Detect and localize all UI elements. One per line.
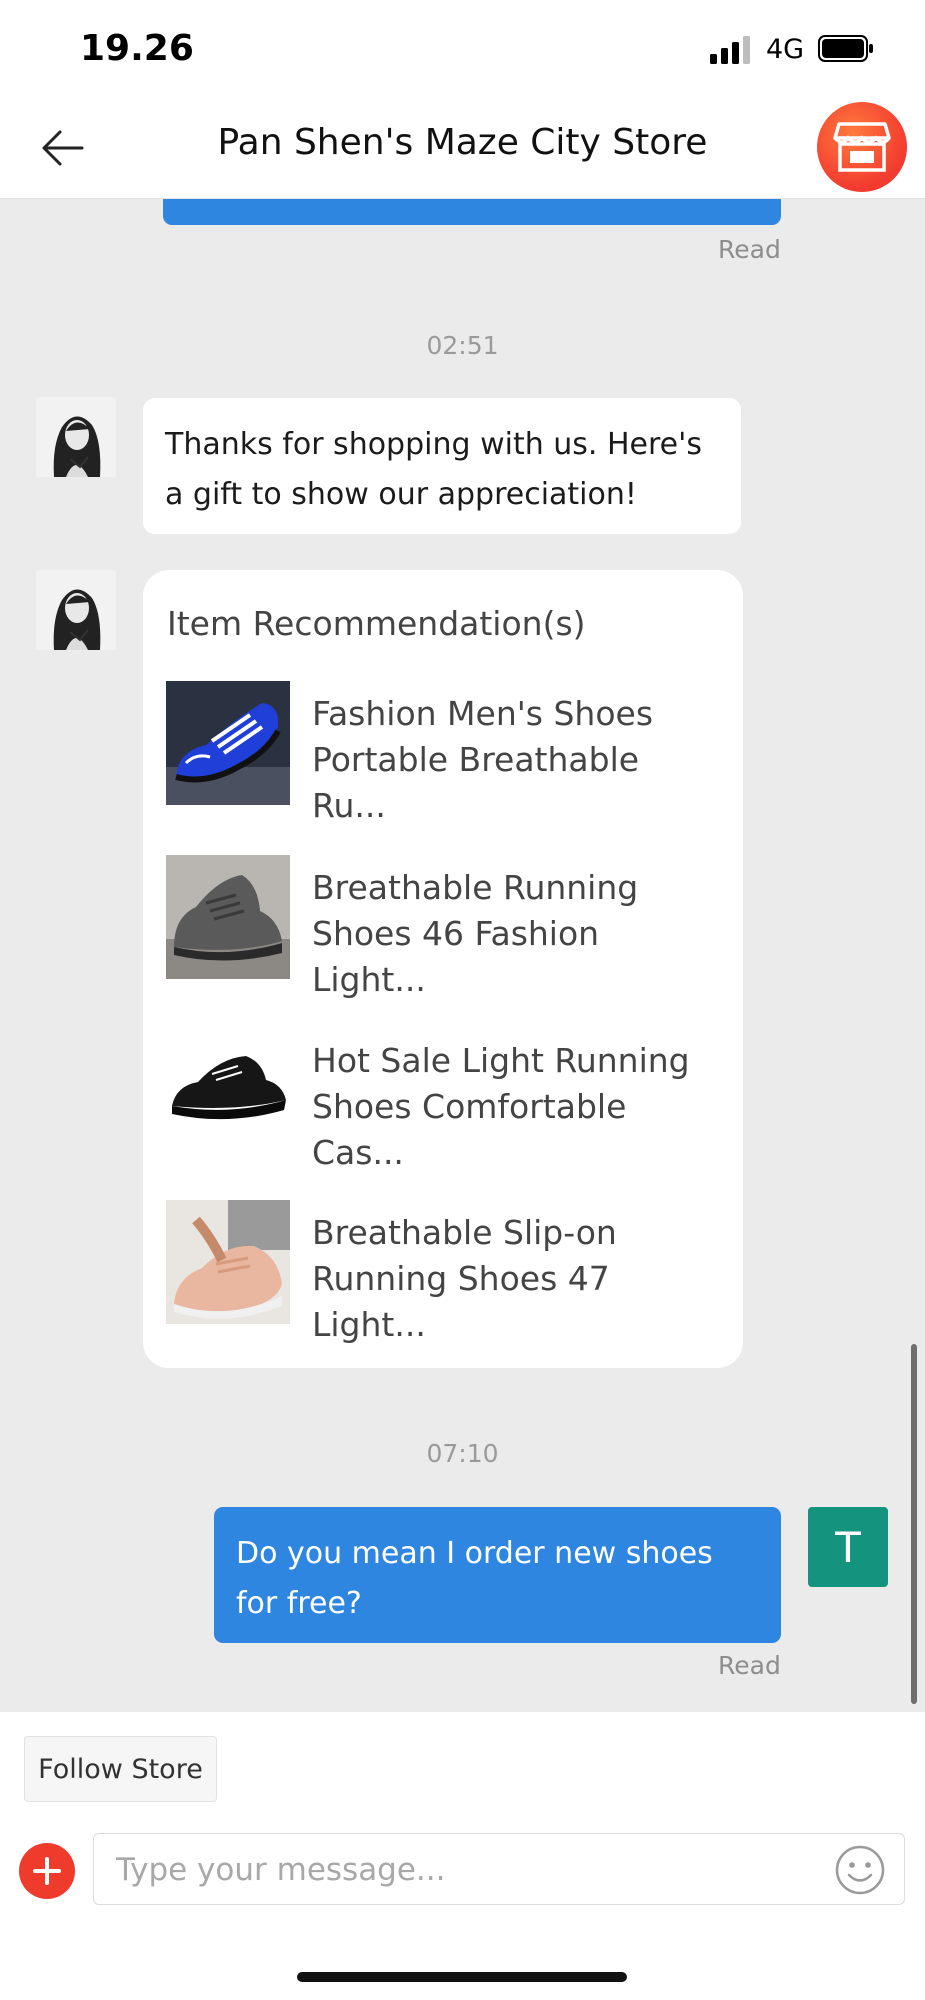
signal-icon (710, 36, 750, 64)
agent-avatar[interactable] (36, 570, 116, 650)
message-input[interactable] (114, 1842, 818, 1898)
emoji-icon[interactable] (834, 1844, 886, 1896)
battery-icon (818, 35, 873, 62)
plus-icon (33, 1857, 61, 1885)
storefront-icon (833, 122, 891, 172)
recommended-item[interactable]: Breathable Slip-on Running Shoes 47 Ligh… (166, 1200, 726, 1344)
chat-header: Pan Shen's Maze City Store (0, 100, 925, 199)
previous-user-message (163, 199, 781, 225)
back-button[interactable] (30, 118, 94, 178)
message-timestamp: 07:10 (426, 1439, 499, 1468)
recommendation-title: Item Recommendation(s) (167, 604, 586, 643)
add-attachment-button[interactable] (19, 1843, 75, 1899)
store-button[interactable] (817, 102, 907, 192)
recommendation-card: Item Recommendation(s) Fashion Men's Sho… (143, 570, 743, 1368)
recommended-item[interactable]: Breathable Running Shoes 46 Fashion Ligh… (166, 855, 726, 999)
home-indicator[interactable] (297, 1972, 627, 1982)
agent-avatar[interactable] (36, 397, 116, 477)
follow-store-button[interactable]: Follow Store (24, 1736, 217, 1802)
recommended-item[interactable]: Fashion Men's Shoes Portable Breathable … (166, 681, 726, 825)
product-thumbnail (166, 855, 290, 979)
product-thumbnail (166, 1028, 290, 1152)
product-thumbnail (166, 681, 290, 805)
user-avatar[interactable]: T (808, 1507, 888, 1587)
read-receipt: Read (718, 1651, 781, 1680)
composer-footer: Follow Store (0, 1712, 925, 2000)
agent-message: Thanks for shopping with us. Here's a gi… (143, 398, 741, 534)
product-name: Breathable Slip-on Running Shoes 47 Ligh… (312, 1213, 617, 1344)
product-name: Hot Sale Light Running Shoes Comfortable… (312, 1041, 690, 1172)
product-thumbnail (166, 1200, 290, 1324)
status-bar: 19.26 4G (0, 0, 925, 100)
user-message: Do you mean I order new shoes for free? (214, 1507, 781, 1643)
recommended-item[interactable]: Hot Sale Light Running Shoes Comfortable… (166, 1028, 726, 1172)
chat-area[interactable]: Read 02:51 Thanks for shopping with us. … (0, 199, 925, 1712)
arrow-left-icon (42, 130, 84, 166)
message-input-wrapper (93, 1833, 905, 1905)
product-name: Breathable Running Shoes 46 Fashion Ligh… (312, 868, 639, 999)
message-timestamp: 02:51 (426, 331, 499, 360)
product-name: Fashion Men's Shoes Portable Breathable … (312, 694, 654, 825)
page-title: Pan Shen's Maze City Store (217, 122, 708, 163)
read-receipt: Read (718, 235, 781, 264)
scrollbar[interactable] (911, 1344, 917, 1704)
network-type: 4G (766, 34, 805, 65)
status-time: 19.26 (80, 28, 194, 69)
